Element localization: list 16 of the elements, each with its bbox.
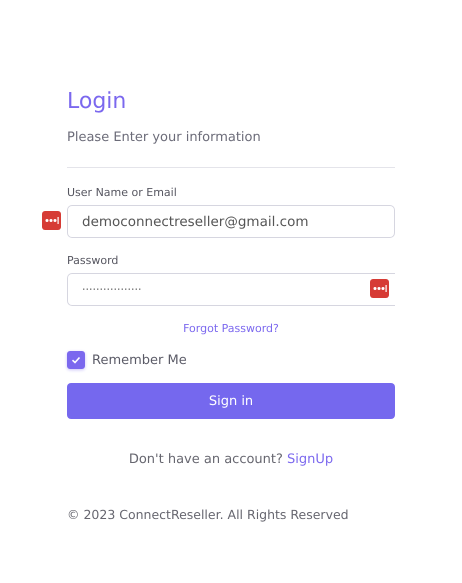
password-manager-icon[interactable] <box>42 211 61 230</box>
copyright-text: © 2023 ConnectReseller. All Rights Reserved <box>67 507 350 522</box>
password-field[interactable]: ················· <box>67 273 395 306</box>
remember-checkbox[interactable] <box>67 351 85 369</box>
login-title: Login <box>67 88 128 116</box>
signup-link[interactable]: SignUp <box>287 452 334 467</box>
forgot-password-link[interactable]: Forgot Password? <box>183 322 279 335</box>
subtitle: Please Enter your information <box>67 130 262 145</box>
signup-prompt: Don't have an account? <box>128 452 283 467</box>
check-icon <box>71 355 81 365</box>
field-label: Password <box>67 254 120 267</box>
password-manager-icon[interactable] <box>370 279 389 298</box>
field-label: User Name or Email <box>67 186 178 199</box>
remember-label: Remember Me <box>92 352 187 368</box>
sign-in-button[interactable]: Sign in <box>67 383 395 419</box>
email-field[interactable]: democonnectreseller@gmail.com <box>67 205 395 238</box>
